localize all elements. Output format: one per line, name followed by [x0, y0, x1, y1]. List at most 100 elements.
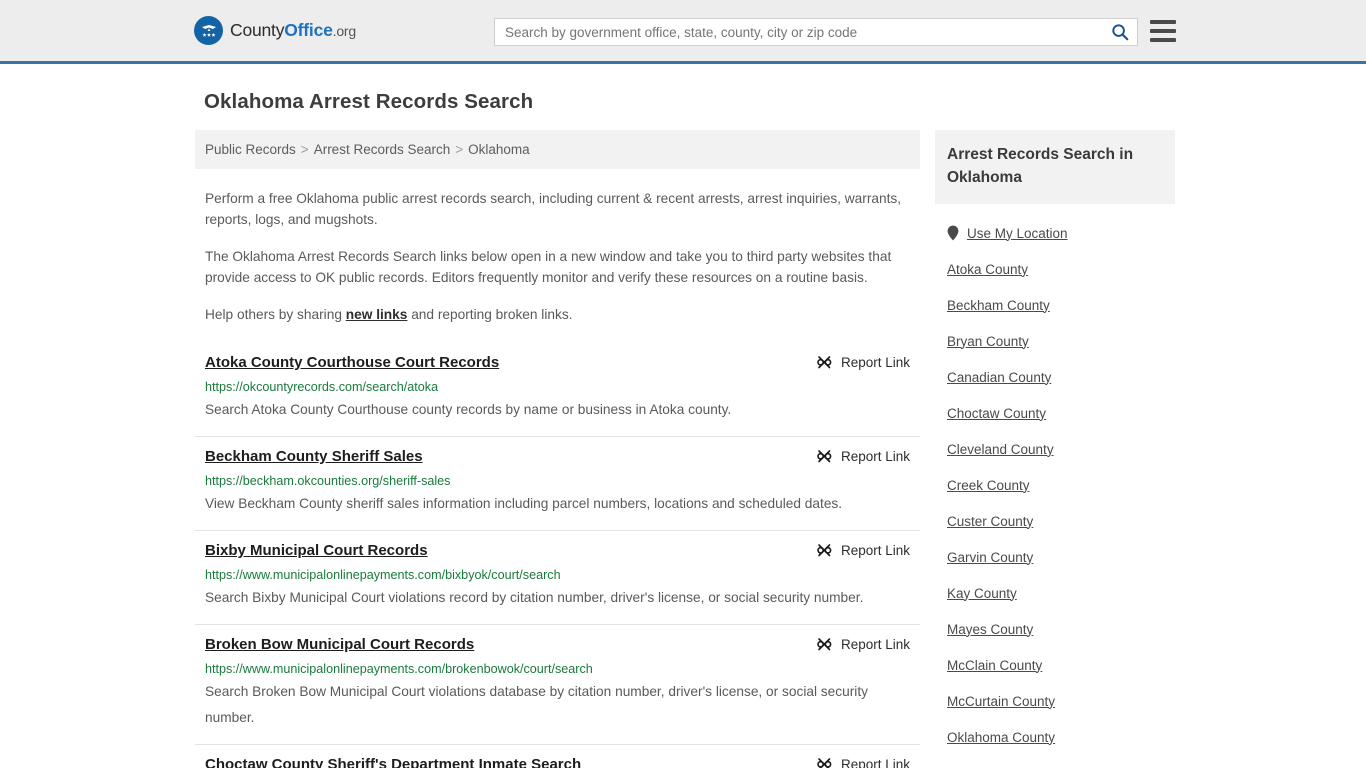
- report-link-button[interactable]: Report Link: [816, 353, 910, 371]
- county-link[interactable]: Garvin County: [947, 550, 1033, 565]
- county-link[interactable]: Canadian County: [947, 370, 1051, 385]
- report-link-label: Report Link: [840, 543, 910, 558]
- result-description: View Beckham County sheriff sales inform…: [205, 496, 843, 511]
- report-link-label: Report Link: [840, 757, 910, 768]
- breadcrumb: Public Records > Arrest Records Search > Okl…: [195, 130, 920, 169]
- result-header: Atoka County Courthouse Court Records Re…: [205, 353, 910, 373]
- sidebar-item-cleveland-county[interactable]: Cleveland County: [947, 431, 1163, 467]
- county-link[interactable]: Custer County: [947, 514, 1033, 529]
- county-link[interactable]: Choctaw County: [947, 406, 1046, 421]
- sidebar-item-beckham-county[interactable]: Beckham County: [947, 287, 1163, 323]
- report-link-button[interactable]: Report Link: [816, 447, 910, 465]
- report-link-label: Report Link: [840, 355, 910, 370]
- intro-p3-before: Help others by sharing: [205, 307, 346, 322]
- search-icon: [1112, 24, 1129, 41]
- sidebar-item-mayes-county[interactable]: Mayes County: [947, 611, 1163, 647]
- site-header: CountyOffice.org: [0, 0, 1366, 64]
- results-list: Atoka County Courthouse Court Records Re…: [195, 343, 920, 768]
- result-description: Search Bixby Municipal Court violations …: [205, 590, 864, 605]
- sidebar-item-use-my-location[interactable]: Use My Location: [947, 215, 1163, 251]
- sidebar-item-oklahoma-county[interactable]: Oklahoma County: [947, 719, 1163, 755]
- hamburger-bar-2: [1150, 29, 1176, 33]
- result-url: https://okcountyrecords.com/search/atoka: [205, 380, 439, 394]
- use-my-location-link[interactable]: Use My Location: [967, 226, 1068, 241]
- result-item: Beckham County Sheriff Sales Report Link…: [195, 437, 920, 531]
- county-link[interactable]: Beckham County: [947, 298, 1050, 313]
- county-link[interactable]: Cleveland County: [947, 442, 1054, 457]
- report-link-button[interactable]: Report Link: [816, 755, 910, 768]
- site-logo[interactable]: CountyOffice.org: [194, 16, 356, 45]
- result-title-link[interactable]: Atoka County Courthouse Court Records: [205, 353, 499, 373]
- intro-paragraph-3: Help others by sharing new links and rep…: [205, 304, 910, 325]
- county-link[interactable]: Oklahoma County: [947, 730, 1055, 745]
- hamburger-bar-1: [1150, 20, 1176, 24]
- breadcrumb-item-oklahoma[interactable]: Oklahoma: [468, 142, 530, 157]
- sidebar-item-mccurtain-county[interactable]: McCurtain County: [947, 683, 1163, 719]
- breadcrumb-separator-2: >: [455, 142, 464, 157]
- page-title: Oklahoma Arrest Records Search: [204, 90, 534, 113]
- sidebar-item-garvin-county[interactable]: Garvin County: [947, 539, 1163, 575]
- result-title-link[interactable]: Broken Bow Municipal Court Records: [205, 635, 474, 655]
- sidebar: Arrest Records Search in Oklahoma Use My…: [935, 130, 1175, 768]
- main-column: Public Records > Arrest Records Search > Okl…: [195, 130, 920, 768]
- broken-link-icon: [817, 356, 832, 369]
- sidebar-item-canadian-county[interactable]: Canadian County: [947, 359, 1163, 395]
- county-link[interactable]: Atoka County: [947, 262, 1028, 277]
- breadcrumb-item-arrest-records-search[interactable]: Arrest Records Search: [314, 142, 451, 157]
- sidebar-item-custer-county[interactable]: Custer County: [947, 503, 1163, 539]
- search-button[interactable]: [1103, 19, 1137, 45]
- sidebar-item-bryan-county[interactable]: Bryan County: [947, 323, 1163, 359]
- sidebar-item-choctaw-county[interactable]: Choctaw County: [947, 395, 1163, 431]
- result-description: Search Atoka County Courthouse county re…: [205, 402, 732, 417]
- county-link[interactable]: McClain County: [947, 658, 1042, 673]
- report-link-label: Report Link: [840, 449, 910, 464]
- eagle-shield-logo-icon: [194, 16, 223, 45]
- logo-text-office: Office: [284, 20, 333, 40]
- page-body: Oklahoma Arrest Records Search Public Re…: [0, 90, 1366, 768]
- sidebar-item-mcclain-county[interactable]: McClain County: [947, 647, 1163, 683]
- search-bar: [494, 18, 1138, 46]
- logo-text-org: .org: [332, 23, 357, 39]
- result-header: Bixby Municipal Court Records Report Lin…: [205, 541, 910, 561]
- result-item: Choctaw County Sheriff's Department Inma…: [195, 745, 920, 768]
- county-link[interactable]: Mayes County: [947, 622, 1033, 637]
- breadcrumb-separator-1: >: [300, 142, 309, 157]
- county-link[interactable]: Creek County: [947, 478, 1030, 493]
- intro-paragraph-1: Perform a free Oklahoma public arrest re…: [205, 191, 902, 227]
- county-link[interactable]: McCurtain County: [947, 694, 1055, 709]
- new-links-link[interactable]: new links: [346, 307, 408, 322]
- county-link[interactable]: Kay County: [947, 586, 1017, 601]
- sidebar-item-pawnee-county[interactable]: Pawnee County: [947, 755, 1163, 768]
- broken-link-icon: [817, 450, 832, 463]
- result-title-link[interactable]: Beckham County Sheriff Sales: [205, 447, 423, 467]
- result-url: https://www.municipalonlinepayments.com/…: [205, 662, 593, 676]
- report-link-button[interactable]: Report Link: [816, 635, 910, 653]
- result-url: https://www.municipalonlinepayments.com/…: [205, 568, 561, 582]
- intro-text: Perform a free Oklahoma public arrest re…: [195, 188, 920, 325]
- intro-paragraph-2: The Oklahoma Arrest Records Search links…: [205, 249, 892, 285]
- breadcrumb-item-public-records[interactable]: Public Records: [205, 142, 296, 157]
- report-link-button[interactable]: Report Link: [816, 541, 910, 559]
- result-url: https://beckham.okcounties.org/sheriff-s…: [205, 474, 451, 488]
- sidebar-item-kay-county[interactable]: Kay County: [947, 575, 1163, 611]
- hamburger-menu-icon[interactable]: [1150, 20, 1176, 42]
- map-pin-icon: [947, 225, 959, 241]
- report-link-label: Report Link: [840, 637, 910, 652]
- result-title-link[interactable]: Bixby Municipal Court Records: [205, 541, 428, 561]
- content-area: Public Records > Arrest Records Search > Okl…: [0, 130, 1366, 768]
- sidebar-county-list: Use My Location Atoka County Beckham Cou…: [935, 215, 1175, 768]
- result-item: Broken Bow Municipal Court Records Repor…: [195, 625, 920, 745]
- sidebar-item-atoka-county[interactable]: Atoka County: [947, 251, 1163, 287]
- result-header: Beckham County Sheriff Sales Report Link: [205, 447, 910, 467]
- broken-link-icon: [817, 544, 832, 557]
- county-link[interactable]: Bryan County: [947, 334, 1029, 349]
- result-header: Choctaw County Sheriff's Department Inma…: [205, 755, 910, 768]
- sidebar-title: Arrest Records Search in Oklahoma: [947, 146, 1134, 186]
- site-logo-text: CountyOffice.org: [230, 20, 356, 41]
- sidebar-header-box: Arrest Records Search in Oklahoma: [935, 130, 1175, 204]
- result-title-link[interactable]: Choctaw County Sheriff's Department Inma…: [205, 755, 581, 768]
- result-item: Bixby Municipal Court Records Report Lin…: [195, 531, 920, 625]
- search-input[interactable]: [495, 19, 1103, 45]
- sidebar-item-creek-county[interactable]: Creek County: [947, 467, 1163, 503]
- result-item: Atoka County Courthouse Court Records Re…: [195, 343, 920, 437]
